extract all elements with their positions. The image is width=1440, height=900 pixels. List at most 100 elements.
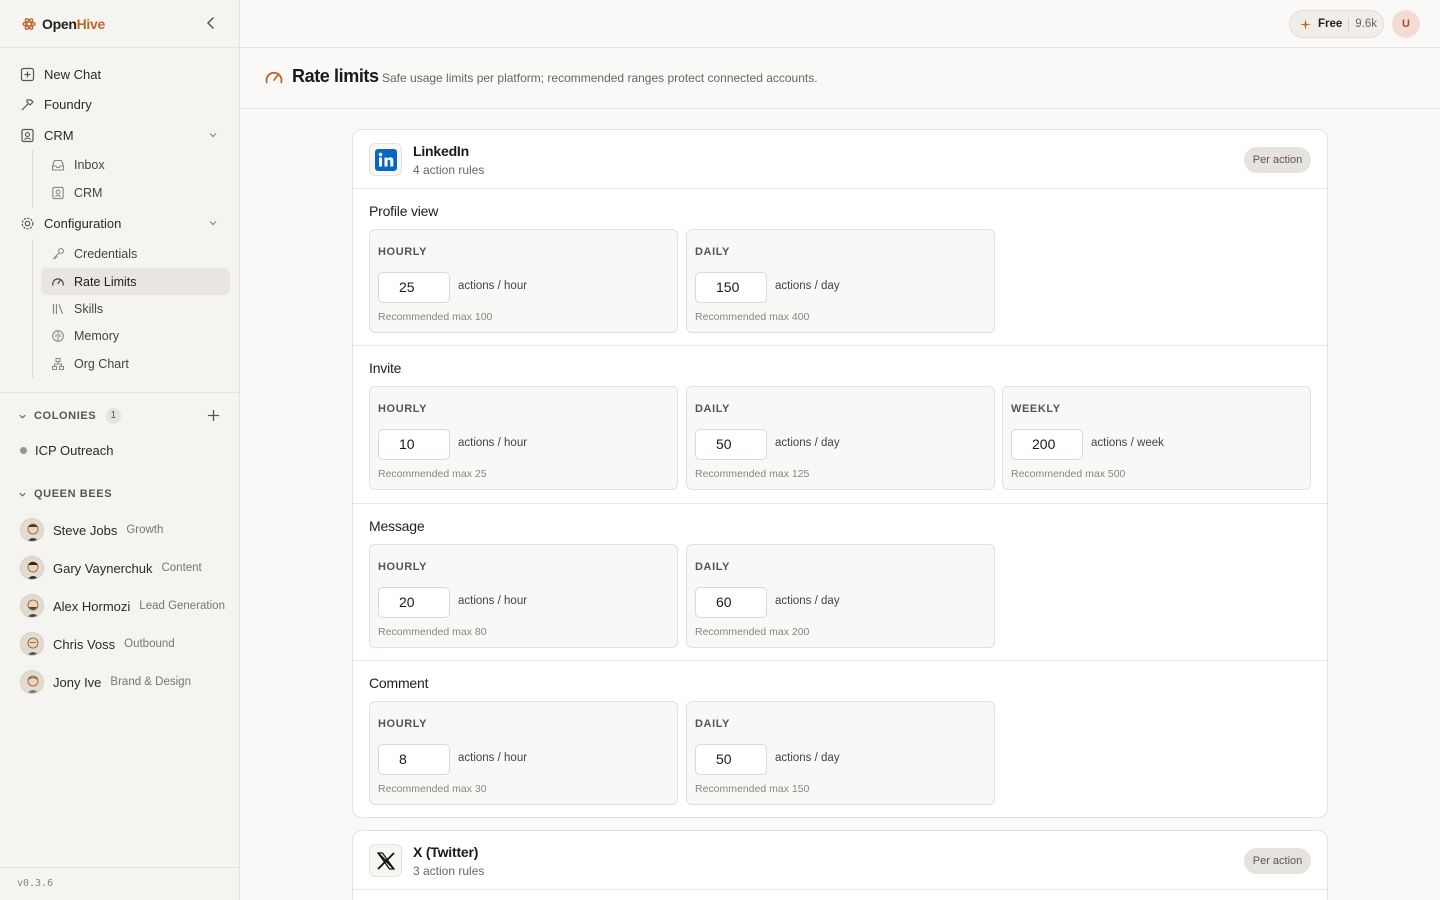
tree-rail bbox=[32, 239, 33, 378]
avatar bbox=[20, 670, 44, 694]
limit-box-hourly: HOURLY 25 actions / hour Recommended max… bbox=[369, 229, 678, 333]
bee-role: Outbound bbox=[124, 638, 175, 650]
limit-period: HOURLY bbox=[378, 718, 428, 730]
action-title: Profile view bbox=[369, 203, 439, 219]
platform-header: X (Twitter) 3 action rules Per action bbox=[353, 831, 1327, 890]
limit-recommendation: Recommended max 125 bbox=[695, 468, 810, 480]
limit-input[interactable]: 60 bbox=[695, 587, 767, 618]
avatar bbox=[20, 518, 44, 542]
limit-period: DAILY bbox=[695, 561, 730, 573]
limit-unit: actions / day bbox=[775, 595, 840, 607]
limit-input[interactable]: 10 bbox=[378, 429, 450, 460]
limit-input[interactable]: 50 bbox=[695, 744, 767, 775]
queen-bees-title: QUEEN BEES bbox=[34, 488, 113, 500]
action-rule-comment: Comment HOURLY 8 actions / hour Recommen… bbox=[353, 661, 1327, 817]
nav-configuration[interactable]: Configuration bbox=[12, 210, 230, 237]
contact-card-icon bbox=[21, 128, 34, 143]
limit-period: HOURLY bbox=[378, 403, 428, 415]
nav-label: CRM bbox=[74, 185, 103, 200]
limit-unit: actions / day bbox=[775, 752, 840, 764]
hammer-icon bbox=[21, 99, 34, 111]
limit-recommendation: Recommended max 500 bbox=[1011, 468, 1126, 480]
nav-inbox[interactable]: Inbox bbox=[41, 151, 230, 178]
inbox-icon bbox=[51, 159, 65, 171]
avatar bbox=[20, 632, 44, 656]
platform-rule-count: 4 action rules bbox=[413, 163, 485, 177]
contact-card-icon bbox=[52, 186, 64, 199]
bee-name: Chris Voss bbox=[53, 636, 116, 652]
action-title: Invite bbox=[369, 360, 402, 376]
plan-name: Free bbox=[1318, 18, 1343, 30]
nav-label: Configuration bbox=[44, 216, 122, 231]
limit-box-weekly: WEEKLY 200 actions / week Recommended ma… bbox=[1002, 386, 1311, 490]
platform-rule-count: 3 action rules bbox=[413, 864, 485, 878]
collapse-sidebar-icon[interactable] bbox=[203, 15, 219, 31]
nav-crm[interactable]: CRM bbox=[12, 122, 230, 149]
limit-input[interactable]: 50 bbox=[695, 429, 767, 460]
colonies-header[interactable]: COLONIES 1 bbox=[18, 408, 122, 424]
nav-credentials[interactable]: Credentials bbox=[41, 240, 230, 267]
nav-foundry[interactable]: Foundry bbox=[12, 91, 230, 118]
hive-logo-icon bbox=[22, 17, 36, 31]
user-avatar[interactable]: U bbox=[1392, 10, 1420, 38]
nav-label: Memory bbox=[74, 328, 120, 343]
limit-box-daily: DAILY 50 actions / day Recommended max 1… bbox=[686, 386, 995, 490]
action-rule-invite: Invite HOURLY 10 actions / hour Recommen… bbox=[353, 346, 1327, 504]
sidebar: OpenHive New Chat Foundry CRM Inbox CRM … bbox=[0, 0, 240, 900]
page-subtitle: Safe usage limits per platform; recommen… bbox=[382, 71, 818, 85]
queen-bees-header[interactable]: QUEEN BEES bbox=[18, 488, 112, 500]
nav-crm-sub[interactable]: CRM bbox=[41, 179, 230, 206]
limit-box-hourly: HOURLY 8 actions / hour Recommended max … bbox=[369, 701, 678, 805]
platform-header: LinkedIn 4 action rules Per action bbox=[353, 130, 1327, 189]
limit-input[interactable]: 200 bbox=[1011, 429, 1083, 460]
chevron-down-icon[interactable] bbox=[208, 130, 218, 140]
queen-bee-item[interactable]: Alex Hormozi Lead Generation bbox=[20, 593, 225, 619]
limit-unit: actions / day bbox=[775, 280, 840, 292]
limit-input[interactable]: 8 bbox=[378, 744, 450, 775]
nav-rate-limits[interactable]: Rate Limits bbox=[41, 268, 230, 295]
nav-skills[interactable]: Skills bbox=[41, 295, 230, 322]
nav-label: New Chat bbox=[44, 67, 102, 82]
gear-icon bbox=[21, 217, 34, 230]
limit-recommendation: Recommended max 150 bbox=[695, 783, 810, 795]
linkedin-logo-icon bbox=[369, 143, 402, 176]
nav-memory[interactable]: Memory bbox=[41, 322, 230, 349]
library-icon bbox=[52, 303, 64, 314]
tree-rail bbox=[32, 150, 33, 208]
queen-bee-item[interactable]: Chris Voss Outbound bbox=[20, 631, 175, 657]
gauge-icon bbox=[265, 71, 283, 84]
chevron-down-icon[interactable] bbox=[208, 218, 218, 228]
limit-input[interactable]: 25 bbox=[378, 272, 450, 303]
limit-unit: actions / hour bbox=[458, 437, 528, 449]
plan-credits-badge[interactable]: Free 9.6k bbox=[1289, 10, 1384, 38]
colonies-count-badge: 1 bbox=[106, 408, 122, 424]
page-header: Rate limits Safe usage limits per platfo… bbox=[240, 48, 1440, 109]
limit-input[interactable]: 150 bbox=[695, 272, 767, 303]
queen-bee-item[interactable]: Jony Ive Brand & Design bbox=[20, 669, 191, 695]
queen-bee-item[interactable]: Steve Jobs Growth bbox=[20, 517, 163, 543]
colony-name: ICP Outreach bbox=[35, 442, 114, 458]
add-colony-icon[interactable] bbox=[206, 408, 221, 423]
org-chart-icon bbox=[52, 357, 64, 370]
limit-recommendation: Recommended max 100 bbox=[378, 311, 493, 323]
mode-badge: Per action bbox=[1244, 848, 1311, 874]
nav-label: Rate Limits bbox=[74, 274, 137, 289]
limit-period: DAILY bbox=[695, 403, 730, 415]
limit-recommendation: Recommended max 200 bbox=[695, 626, 810, 638]
limit-input[interactable]: 20 bbox=[378, 587, 450, 618]
nav-org-chart[interactable]: Org Chart bbox=[41, 350, 230, 377]
sparkle-icon bbox=[1300, 18, 1311, 30]
colony-item[interactable]: ICP Outreach bbox=[20, 440, 114, 460]
key-icon bbox=[52, 247, 64, 259]
version-label: v0.3.6 bbox=[17, 878, 54, 889]
queen-bee-item[interactable]: Gary Vaynerchuk Content bbox=[20, 555, 202, 581]
chevron-down-icon bbox=[19, 414, 26, 419]
brand-logo[interactable]: OpenHive bbox=[22, 14, 105, 34]
nav-new-chat[interactable]: New Chat bbox=[12, 61, 230, 88]
bee-role: Content bbox=[161, 562, 202, 574]
limit-recommendation: Recommended max 80 bbox=[378, 626, 487, 638]
new-chat-icon bbox=[20, 67, 35, 82]
nav-label: Inbox bbox=[74, 157, 105, 172]
x-logo-icon bbox=[369, 844, 402, 877]
status-dot bbox=[20, 446, 27, 454]
